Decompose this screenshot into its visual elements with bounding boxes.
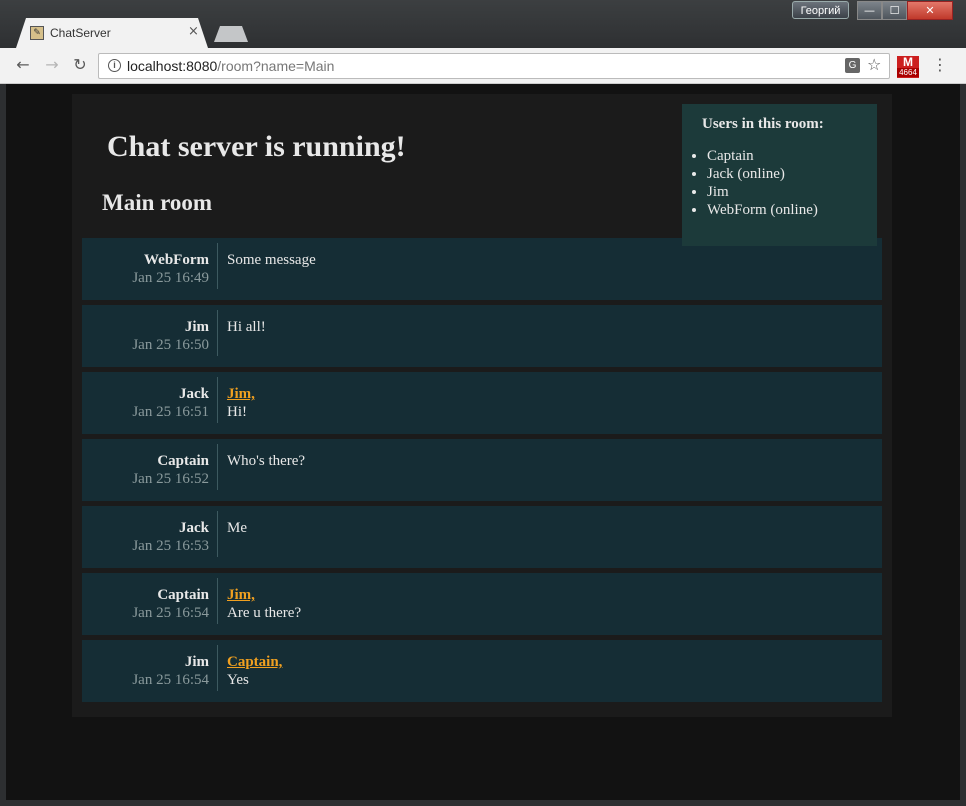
chat-container: Chat server is running! Main room Users … [72,94,892,717]
message-time: Jan 25 16:53 [132,538,209,554]
message-row: Jim Jan 25 16:54 Captain, Yes [82,640,882,702]
reload-icon[interactable]: ↻ [69,54,91,76]
mention-link[interactable]: Jim, [227,385,255,403]
message-row: Jack Jan 25 16:53 Me [82,506,882,568]
message-meta: Captain Jan 25 16:52 [82,444,218,490]
tab-title: ChatServer [50,26,111,40]
tab-close-icon[interactable]: × [188,24,199,39]
message-row: Jack Jan 25 16:51 Jim, Hi! [82,372,882,434]
message-body: Hi all! [227,318,266,336]
favicon-icon: ✎ [30,26,44,40]
message-meta: WebForm Jan 25 16:49 [82,243,218,289]
minimize-button[interactable]: — [857,1,882,20]
message-time: Jan 25 16:54 [132,672,209,688]
message-time: Jan 25 16:51 [132,404,209,420]
address-bar[interactable]: i localhost:8080/room?name=Main G ☆ [98,53,890,79]
users-heading: Users in this room: [702,116,824,132]
message-meta: Captain Jan 25 16:54 [82,578,218,624]
extension-letter: M [903,55,913,69]
new-tab-button[interactable] [214,26,248,42]
message-row: Jim Jan 25 16:50 Hi all! [82,305,882,367]
url-path: /room?name=Main [217,58,335,74]
mention-link[interactable]: Jim, [227,586,301,604]
message-time: Jan 25 16:50 [132,337,209,353]
message-meta: Jack Jan 25 16:51 [82,377,218,423]
message-author: Jim [184,654,209,670]
room-title: Main room [102,190,213,215]
page-viewport: Chat server is running! Main room Users … [6,84,960,800]
message-author: WebForm [144,252,209,268]
info-icon[interactable]: i [108,59,121,72]
close-window-button[interactable]: ✕ [907,1,953,20]
message-body: Jim, Hi! [227,385,255,421]
browser-window: Георгий — ☐ ✕ ✎ ChatServer × ← → ↻ i loc… [0,0,966,806]
mention-link[interactable]: Captain, [227,653,282,671]
message-author: Captain [157,587,209,603]
profile-button[interactable]: Георгий [792,1,849,19]
message-time: Jan 25 16:54 [132,605,209,621]
menu-dots-icon[interactable]: ⋮ [932,54,948,76]
message-text: Are u there? [227,605,302,621]
extension-badge-count: 4664 [897,68,919,77]
users-list: Captain Jack (online) Jim WebForm (onlin… [689,147,818,219]
window-controls: — ☐ ✕ [857,1,953,20]
message-row: WebForm Jan 25 16:49 Some message [82,238,882,300]
message-list: WebForm Jan 25 16:49 Some message Jim Ja… [82,238,882,707]
message-time: Jan 25 16:52 [132,471,209,487]
message-text: Who's there? [227,453,306,469]
message-body: Me [227,519,247,537]
message-body: Some message [227,251,316,269]
forward-arrow-icon[interactable]: → [41,54,63,76]
message-meta: Jack Jan 25 16:53 [82,511,218,557]
mail-extension-icon[interactable]: M 4664 [897,56,919,78]
message-text: Hi! [227,404,247,420]
message-meta: Jim Jan 25 16:54 [82,645,218,691]
message-text: Some message [227,252,316,268]
message-text: Hi all! [227,319,266,335]
users-panel: Users in this room: Captain Jack (online… [682,104,877,246]
bookmark-star-icon[interactable]: ☆ [867,55,881,74]
message-author: Jim [184,319,209,335]
message-author: Captain [157,453,209,469]
user-item: Jim [707,183,818,201]
message-author: Jack [179,386,209,402]
back-arrow-icon[interactable]: ← [12,54,34,76]
page-title: Chat server is running! [107,130,406,163]
user-item: Jack (online) [707,165,818,183]
browser-toolbar: ← → ↻ i localhost:8080/room?name=Main G … [0,48,966,84]
message-meta: Jim Jan 25 16:50 [82,310,218,356]
url-text[interactable]: localhost:8080/room?name=Main [127,58,334,74]
user-item: WebForm (online) [707,201,818,219]
message-text: Me [227,520,247,536]
message-time: Jan 25 16:49 [132,270,209,286]
message-text: Yes [227,672,249,688]
url-host: localhost:8080 [127,58,218,74]
message-body: Who's there? [227,452,305,470]
tab-chatserver[interactable]: ✎ ChatServer × [16,18,208,48]
maximize-button[interactable]: ☐ [882,1,907,20]
title-bar: Георгий — ☐ ✕ ✎ ChatServer × [0,0,966,48]
translate-icon[interactable]: G [845,58,860,73]
message-body: Jim, Are u there? [227,586,301,622]
message-row: Captain Jan 25 16:54 Jim, Are u there? [82,573,882,635]
message-author: Jack [179,520,209,536]
user-item: Captain [707,147,818,165]
message-row: Captain Jan 25 16:52 Who's there? [82,439,882,501]
message-body: Captain, Yes [227,653,282,689]
